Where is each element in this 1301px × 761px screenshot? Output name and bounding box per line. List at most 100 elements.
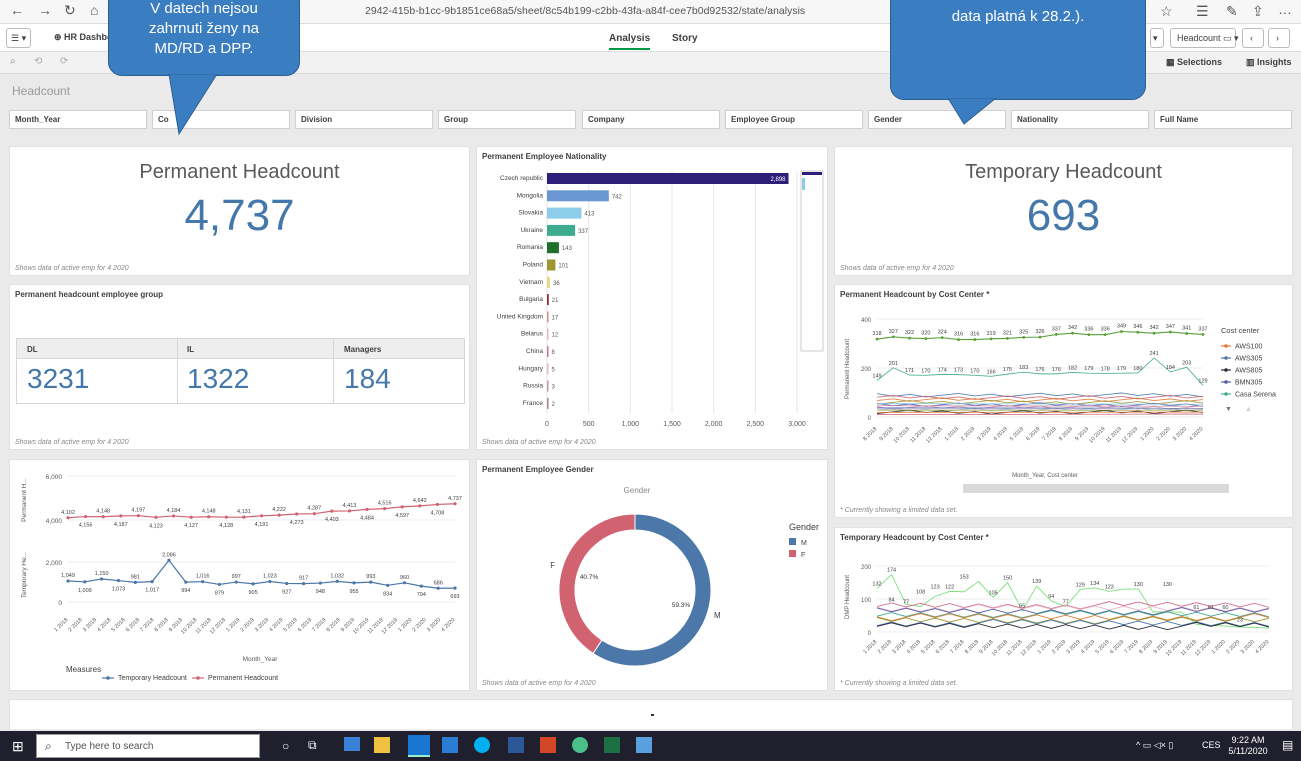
nationality-bar (547, 363, 549, 375)
smart-search-icon[interactable]: ⌕ (10, 56, 16, 67)
tab-analysis[interactable]: Analysis (609, 33, 651, 50)
cct-value-label: 77 (903, 600, 909, 606)
cc-temporary-panel[interactable]: Temporary Headcount by Cost Center * 0 10… (834, 527, 1293, 691)
ccp-cost-center-line (876, 397, 1204, 403)
next-sheet-button[interactable]: › (1268, 28, 1290, 48)
system-tray-icons[interactable]: ^ ▭ ◁× ▯ (1136, 740, 1173, 751)
excel-icon[interactable] (604, 737, 620, 753)
notification-icon[interactable]: ▤ (1282, 738, 1293, 752)
outlook-icon[interactable] (442, 737, 458, 753)
trend-label-temporary: 879 (215, 590, 224, 596)
ccp-x-tick: 4 2019 (993, 426, 1009, 442)
trend-point-permanent (347, 509, 352, 513)
gender-panel[interactable]: Permanent Employee Gender Gender 59.3% M 4… (476, 459, 828, 691)
ccp-value-label: 347 (1166, 324, 1175, 330)
trend-label-temporary: 997 (232, 574, 241, 580)
trend-label-temporary: 993 (366, 574, 375, 580)
trend-x-tick: 12 2019 (381, 617, 399, 635)
menu-button[interactable]: ☰ ▾ (6, 28, 32, 48)
clock[interactable]: 9:22 AM 5/11/2020 (1222, 735, 1274, 757)
back-icon[interactable]: ← (10, 2, 24, 18)
ccp-value-label: 326 (1035, 329, 1044, 335)
ccp-legend-marker (1224, 368, 1228, 372)
ccp-value-label: 318 (872, 331, 881, 337)
ccp-y-tick: 0 (868, 416, 872, 422)
kpi-permanent-panel[interactable]: Permanent Headcount 4,737 Shows data of … (9, 146, 470, 276)
gender-legend-label: M (801, 540, 807, 547)
ccp-x-tick: 5 2019 (1009, 426, 1025, 442)
cortana-icon[interactable]: ○ (282, 739, 289, 753)
selections-button[interactable]: ▦ Selections (1166, 57, 1222, 68)
file-explorer-icon[interactable] (344, 737, 360, 751)
trend-label-temporary: 927 (282, 589, 291, 595)
insights-button[interactable]: ▥ Insights (1246, 57, 1292, 68)
windows-start-icon[interactable]: ⊞ (12, 738, 24, 755)
trend-y-tick: 4,000 (46, 518, 63, 525)
cct-x-tick: 2 2020 (1225, 639, 1241, 655)
taskbar-search[interactable]: ⌕ Type here to search (36, 734, 260, 758)
skype-icon[interactable] (474, 737, 490, 753)
trend-point-permanent (435, 502, 440, 507)
bookmark-dropdown[interactable]: ▾ (1150, 28, 1164, 48)
favorite-star-icon[interactable]: ☆ (1160, 3, 1173, 20)
filter-employee-group[interactable]: Employee Group (725, 110, 863, 129)
task-view-icon[interactable]: ⧉ (308, 738, 317, 753)
trend-point-temporary (184, 580, 188, 584)
ccp-value-label-2: 170 (921, 368, 930, 374)
filter-month-year[interactable]: Month_Year (9, 110, 147, 129)
trend-label-temporary: 955 (349, 589, 358, 595)
trend-point-permanent (453, 502, 457, 506)
prev-sheet-button[interactable]: ‹ (1242, 28, 1264, 48)
nationality-category-label: Bulgaria (519, 296, 543, 303)
nationality-value-label: 742 (612, 194, 623, 200)
ccp-value-label-2: 201 (889, 361, 898, 367)
step-forward-icon[interactable]: ⟳ (60, 56, 68, 67)
ccp-value-label-2: 180 (1133, 366, 1142, 372)
trend-x-tick: 4 2018 (96, 617, 112, 633)
edge-icon[interactable] (408, 735, 430, 757)
store-icon[interactable] (374, 737, 390, 753)
forward-icon[interactable]: → (38, 2, 52, 18)
refresh-icon[interactable]: ↻ (64, 2, 76, 19)
filter-company[interactable]: Company (582, 110, 720, 129)
chrome-icon[interactable] (572, 737, 588, 753)
cct-cost-center-line (876, 573, 1270, 629)
headcount-trend-panel[interactable]: 4,000 6,000 0 2,000 Permanent H... Temporary … (9, 459, 470, 691)
share-icon[interactable]: ⇪ (1252, 3, 1264, 20)
nationality-category-label: France (523, 400, 544, 407)
cc-temporary-footnote: * Currently showing a limited data set. (840, 680, 958, 687)
more-icon[interactable]: … (1278, 1, 1292, 17)
cc-temporary-chart: 0 100 200 DMP Headcount 132 174 84 77 108 123 122 1… (845, 565, 1270, 657)
nationality-panel[interactable]: Permanent Employee Nationality 0 500 1,000… (476, 146, 828, 450)
url-text[interactable]: 2942-415b-b1cc-9b1851ce68a5/sheet/8c54b1… (365, 5, 805, 17)
group-table-header-managers: Managers (344, 345, 382, 354)
kpi-temporary-panel[interactable]: Temporary Headcount 693 Shows data of ac… (834, 146, 1293, 276)
filter-division[interactable]: Division (295, 110, 433, 129)
tab-story[interactable]: Story (672, 33, 698, 44)
favorites-bar-icon[interactable]: ☰ (1196, 3, 1209, 20)
app-name[interactable]: ⊕ HR Dashbo (54, 32, 113, 43)
word-icon[interactable] (508, 737, 524, 753)
home-icon[interactable]: ⌂ (90, 2, 98, 18)
cc-permanent-scrollbar[interactable] (963, 484, 1229, 493)
cc-permanent-panel[interactable]: Permanent Headcount by Cost Center * 0 20… (834, 284, 1293, 518)
cct-x-tick: 2 2018 (877, 639, 893, 655)
group-table-panel[interactable]: Permanent headcount employee group DL IL… (9, 284, 470, 450)
photos-icon[interactable] (636, 737, 652, 753)
sheet-selector[interactable]: Headcount ▭ ▾ (1170, 28, 1239, 48)
group-table-header-il: IL (187, 345, 195, 354)
powerpoint-icon[interactable] (540, 737, 556, 753)
filter-nationality[interactable]: Nationality (1011, 110, 1149, 129)
step-back-icon[interactable]: ⟲ (34, 56, 42, 67)
filter-full-name[interactable]: Full Name (1154, 110, 1292, 129)
trend-point-permanent (83, 514, 88, 519)
nationality-bar (547, 173, 789, 184)
cct-cost-center-line (876, 618, 1270, 628)
cct-value-label: 134 (1090, 581, 1099, 587)
ccp-point (1152, 331, 1156, 335)
pen-icon[interactable]: ✎ (1226, 3, 1238, 20)
trend-point-temporary (133, 580, 137, 584)
language-indicator[interactable]: CES (1202, 740, 1221, 750)
ccp-point (908, 336, 911, 340)
filter-group[interactable]: Group (438, 110, 576, 129)
